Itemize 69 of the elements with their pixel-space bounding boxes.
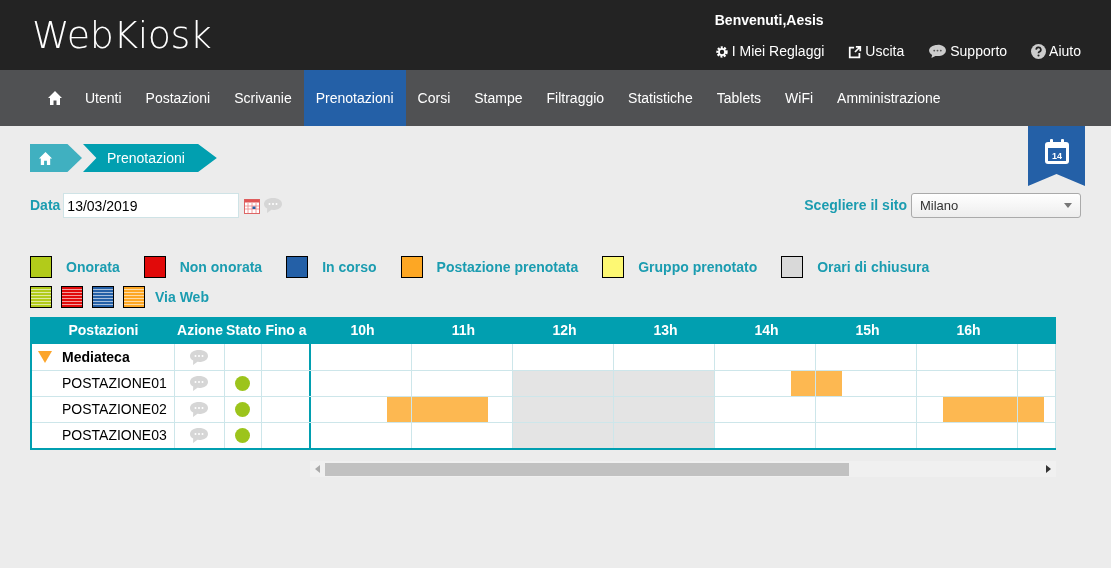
- station-name: POSTAZIONE02: [62, 400, 167, 419]
- date-field[interactable]: 13/03/2019: [63, 193, 240, 218]
- expand-triangle-icon[interactable]: [38, 351, 52, 363]
- dropdown-arrow-icon: [1064, 203, 1072, 208]
- breadcrumb-current: Prenotazioni: [83, 144, 217, 172]
- legend-label: In corso: [322, 257, 377, 277]
- nav-tab[interactable]: Utenti: [73, 70, 134, 126]
- booking-block[interactable]: [462, 397, 489, 422]
- legend-label: Via Web: [155, 287, 209, 307]
- scrollbar-thumb[interactable]: [325, 462, 849, 476]
- booking-block[interactable]: [816, 371, 842, 396]
- booking-block[interactable]: [791, 371, 817, 396]
- site-select[interactable]: Milano: [911, 193, 1081, 218]
- nav-tab[interactable]: Filtraggio: [534, 70, 617, 126]
- hour-header: 14h: [753, 321, 780, 340]
- booking-block[interactable]: [993, 397, 1019, 422]
- legend-label: Orari di chiusura: [817, 257, 930, 277]
- nav-tab[interactable]: Postazioni: [133, 70, 223, 126]
- home-icon: [38, 150, 53, 166]
- nav-tab[interactable]: Amministrazione: [825, 70, 953, 126]
- settings-icon: [714, 44, 729, 59]
- legend-label: Non onorata: [179, 257, 263, 277]
- header-link[interactable]: I Miei Reglaggi: [714, 41, 825, 62]
- help-icon: [1031, 44, 1047, 59]
- hour-header: 16h: [955, 321, 982, 340]
- nav-tab[interactable]: Tablets: [704, 70, 774, 126]
- chat-icon: [928, 44, 948, 59]
- date-label: Data: [30, 196, 61, 215]
- hour-header: 12h: [551, 321, 578, 340]
- header-link[interactable]: Uscita: [848, 41, 905, 62]
- column-header: Azione: [176, 321, 224, 340]
- column-header: Fino a: [264, 321, 308, 340]
- external-link-icon: [848, 44, 863, 59]
- column-header: Postazioni: [67, 321, 140, 340]
- nav-tab[interactable]: Prenotazioni: [303, 70, 406, 126]
- scroll-left-icon[interactable]: [315, 465, 320, 473]
- column-header: Stato: [225, 321, 262, 340]
- station-name: POSTAZIONE01: [62, 374, 167, 393]
- site-label: Scegliere il sito: [804, 196, 907, 215]
- nav-tab[interactable]: Statistiche: [616, 70, 705, 126]
- group-name: Mediateca: [62, 347, 130, 367]
- nav-tab[interactable]: Stampe: [462, 70, 535, 126]
- comment-icon[interactable]: [189, 427, 210, 444]
- nav-tab[interactable]: WiFi: [773, 70, 826, 126]
- booking-block[interactable]: [942, 397, 968, 422]
- comment-icon[interactable]: [189, 375, 210, 392]
- legend-label: Onorata: [66, 257, 120, 277]
- header-link[interactable]: Supporto: [928, 41, 1008, 62]
- header-link[interactable]: Aiuto: [1031, 41, 1081, 62]
- comment-icon[interactable]: [189, 348, 210, 366]
- hour-header: 15h: [854, 321, 881, 340]
- calendar-picker-icon[interactable]: [244, 197, 261, 214]
- booking-block[interactable]: [387, 397, 413, 422]
- legend-label: Gruppo prenotato: [638, 257, 758, 277]
- nav-tab[interactable]: Corsi: [405, 70, 463, 126]
- welcome-text: Benvenuti,Aesis: [714, 11, 824, 30]
- legend-label: Postazione prenotata: [436, 257, 579, 277]
- hour-header: 13h: [652, 321, 679, 340]
- hour-header: 11h: [450, 321, 477, 340]
- scroll-right-icon[interactable]: [1046, 465, 1051, 473]
- nav-tab[interactable]: Scrivanie: [222, 70, 304, 126]
- hour-header: 10h: [349, 321, 376, 340]
- logo: WebKiosk: [32, 11, 212, 59]
- home-icon: [47, 90, 63, 106]
- station-name: POSTAZIONE03: [62, 426, 167, 445]
- booking-block[interactable]: [412, 397, 438, 422]
- comment-icon[interactable]: [189, 401, 210, 418]
- breadcrumb-home[interactable]: [30, 144, 82, 172]
- booking-block[interactable]: [1018, 397, 1044, 422]
